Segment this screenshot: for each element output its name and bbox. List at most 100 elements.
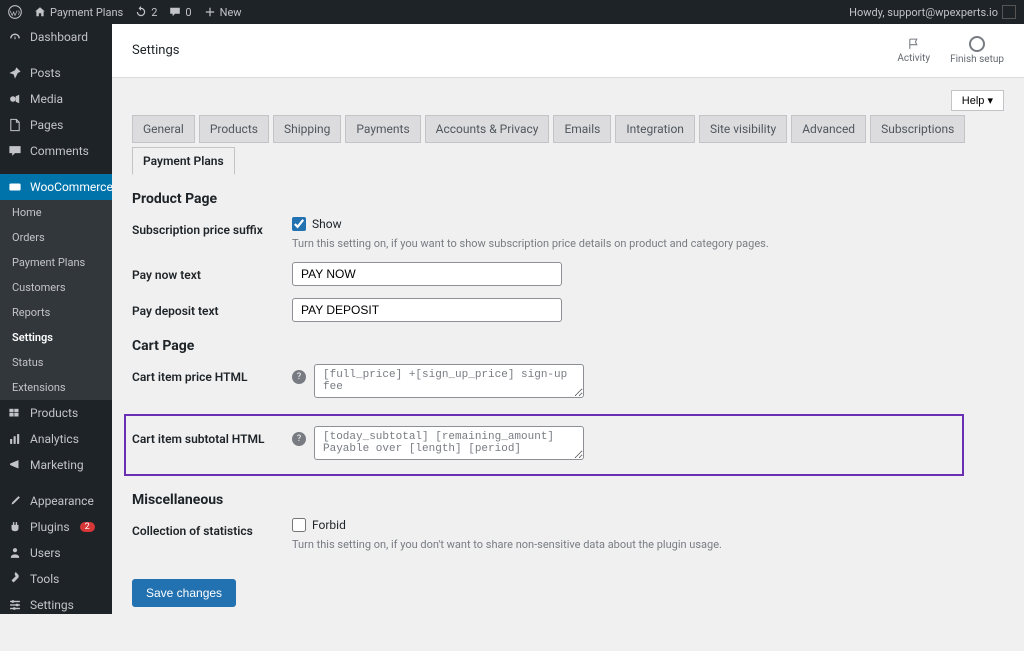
sidebar-sub-reports[interactable]: Reports [0, 300, 112, 325]
sidebar-sub-settings[interactable]: Settings [0, 325, 112, 350]
misc-heading: Miscellaneous [132, 492, 1004, 508]
wrench-icon [8, 572, 22, 586]
pay-deposit-input[interactable] [292, 298, 562, 322]
comment-icon [169, 6, 181, 18]
help-icon[interactable]: ? [292, 370, 306, 384]
sidebar-item-dashboard[interactable]: Dashboard [0, 24, 112, 50]
products-label: Products [30, 406, 78, 420]
save-button[interactable]: Save changes [132, 579, 236, 607]
tab-subscriptions[interactable]: Subscriptions [870, 115, 965, 143]
sidebar-item-pages[interactable]: Pages [0, 112, 112, 138]
row-stats: Collection of statistics Forbid Turn thi… [132, 518, 1004, 551]
pay-now-label: Pay now text [132, 262, 292, 282]
sidebar-item-posts[interactable]: Posts [0, 60, 112, 86]
comments-label: Comments [30, 144, 89, 158]
finish-setup-button[interactable]: Finish setup [950, 36, 1004, 65]
tab-accounts[interactable]: Accounts & Privacy [425, 115, 550, 143]
media-label: Media [30, 92, 63, 106]
page-topbar: Settings Activity Finish setup [112, 24, 1024, 78]
sidebar-item-plugins[interactable]: Plugins 2 [0, 514, 112, 540]
sidebar-item-users[interactable]: Users [0, 540, 112, 566]
site-name-text: Payment Plans [50, 6, 123, 19]
dashboard-label: Dashboard [30, 30, 88, 44]
sidebar-sub-payment-plans[interactable]: Payment Plans [0, 250, 112, 275]
tab-payment-plans[interactable]: Payment Plans [132, 147, 235, 175]
stats-checkbox-wrap[interactable]: Forbid [292, 518, 722, 532]
suffix-show-label: Show [312, 217, 342, 231]
woo-icon [8, 180, 22, 194]
howdy-link[interactable]: Howdy, support@wpexperts.io [849, 5, 1016, 19]
suffix-checkbox[interactable] [292, 217, 306, 231]
sidebar-item-comments[interactable]: Comments [0, 138, 112, 164]
dashboard-icon [8, 30, 22, 44]
stats-label: Collection of statistics [132, 518, 292, 538]
settings-label: Settings [30, 598, 74, 612]
help-toggle[interactable]: Help ▾ [951, 90, 1004, 111]
cart-subtotal-label: Cart item subtotal HTML [132, 426, 292, 446]
tab-shipping[interactable]: Shipping [273, 115, 341, 143]
new-label: New [220, 6, 242, 19]
sidebar-sub-status[interactable]: Status [0, 350, 112, 375]
posts-label: Posts [30, 66, 61, 80]
sidebar-sub-home[interactable]: Home [0, 200, 112, 225]
howdy-text: Howdy, support@wpexperts.io [849, 6, 998, 19]
sidebar-item-products[interactable]: Products [0, 400, 112, 426]
row-subscription-suffix: Subscription price suffix Show Turn this… [132, 217, 1004, 250]
wp-logo[interactable] [8, 5, 22, 19]
sliders-icon [8, 598, 22, 612]
main-content: Settings Activity Finish setup Help ▾ Ge… [112, 24, 1024, 647]
appearance-label: Appearance [30, 494, 94, 508]
settings-tabs: General Products Shipping Payments Accou… [132, 111, 1004, 175]
sidebar-item-tools[interactable]: Tools [0, 566, 112, 592]
refresh-icon [135, 6, 147, 18]
analytics-icon [8, 432, 22, 446]
cart-page-heading: Cart Page [132, 338, 1004, 354]
woo-label: WooCommerce [30, 180, 112, 194]
admin-bar: Payment Plans 2 0 New Howdy, support@wpe… [0, 0, 1024, 24]
tab-advanced[interactable]: Advanced [791, 115, 866, 143]
flag-icon [906, 37, 922, 51]
stats-checkbox[interactable] [292, 518, 306, 532]
cart-price-label: Cart item price HTML [132, 364, 292, 384]
activity-button[interactable]: Activity [897, 37, 930, 64]
pages-label: Pages [30, 118, 63, 132]
suffix-checkbox-wrap[interactable]: Show [292, 217, 769, 231]
tab-site-visibility[interactable]: Site visibility [699, 115, 787, 143]
tab-emails[interactable]: Emails [553, 115, 611, 143]
updates-link[interactable]: 2 [135, 6, 157, 19]
sidebar-sub-customers[interactable]: Customers [0, 275, 112, 300]
suffix-desc: Turn this setting on, if you want to sho… [292, 237, 769, 250]
tab-products[interactable]: Products [199, 115, 269, 143]
page-icon [8, 118, 22, 132]
suffix-label: Subscription price suffix [132, 217, 292, 237]
help-icon[interactable]: ? [292, 432, 306, 446]
cart-price-textarea[interactable]: [full_price] +[sign_up_price] sign-up fe… [314, 364, 584, 398]
plugins-badge: 2 [80, 522, 95, 532]
tab-payments[interactable]: Payments [345, 115, 420, 143]
row-pay-deposit: Pay deposit text [132, 298, 1004, 322]
brush-icon [8, 494, 22, 508]
sidebar-item-marketing[interactable]: Marketing [0, 452, 112, 478]
plugin-icon [8, 520, 22, 534]
sidebar-sub-extensions[interactable]: Extensions [0, 375, 112, 400]
tab-integration[interactable]: Integration [615, 115, 695, 143]
sidebar-item-analytics[interactable]: Analytics [0, 426, 112, 452]
tab-general[interactable]: General [132, 115, 195, 143]
row-pay-now: Pay now text [132, 262, 1004, 286]
sidebar-item-appearance[interactable]: Appearance [0, 488, 112, 514]
tools-label: Tools [30, 572, 59, 586]
sidebar-item-settings[interactable]: Settings [0, 592, 112, 614]
analytics-label: Analytics [30, 432, 79, 446]
pay-now-input[interactable] [292, 262, 562, 286]
avatar-icon [1002, 5, 1016, 19]
site-name-link[interactable]: Payment Plans [34, 6, 123, 19]
pay-deposit-label: Pay deposit text [132, 298, 292, 318]
sidebar-sub-orders[interactable]: Orders [0, 225, 112, 250]
sidebar-item-woocommerce[interactable]: WooCommerce [0, 174, 112, 200]
activity-label: Activity [897, 53, 930, 64]
sidebar-item-media[interactable]: Media [0, 86, 112, 112]
megaphone-icon [8, 458, 22, 472]
comments-link[interactable]: 0 [169, 6, 191, 19]
cart-subtotal-textarea[interactable]: [today_subtotal] [remaining_amount] Paya… [314, 426, 584, 460]
new-link[interactable]: New [204, 6, 242, 19]
